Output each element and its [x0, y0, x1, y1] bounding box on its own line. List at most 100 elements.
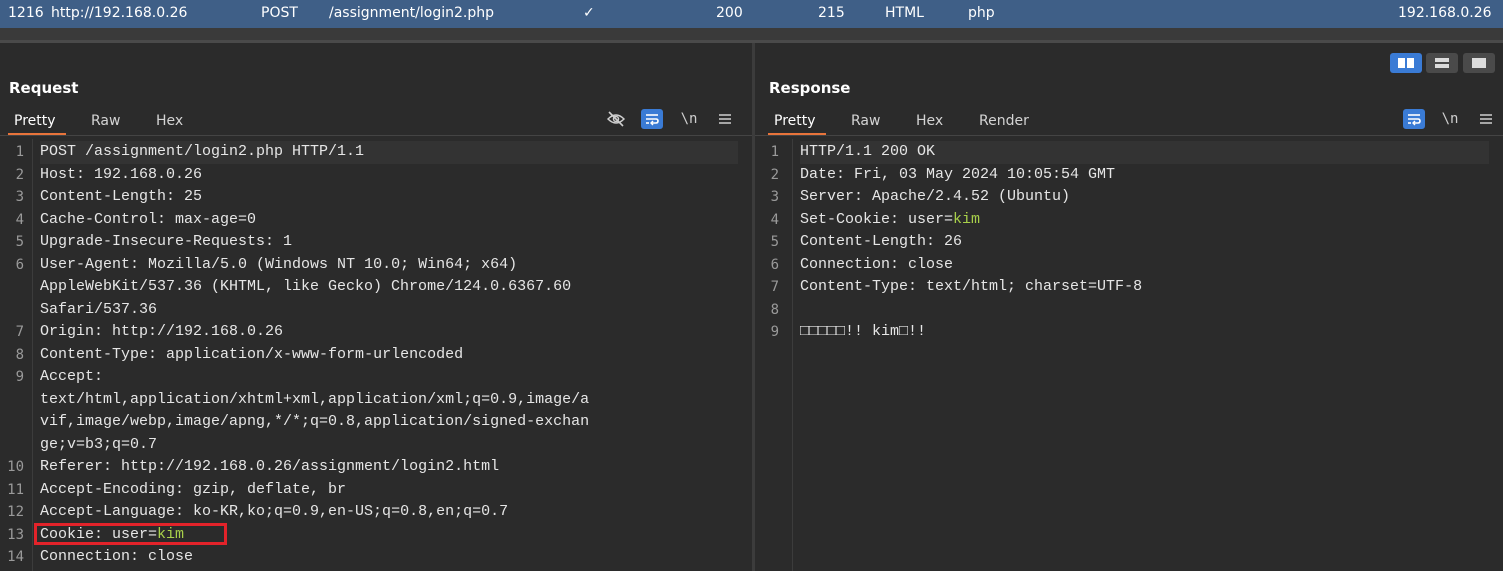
history-scroll-area: [0, 28, 1503, 40]
line-number: 3: [15, 189, 24, 205]
response-tab-render[interactable]: Render: [979, 113, 1029, 129]
line-number: 6: [15, 256, 24, 273]
request-line: Safari/537.36: [0, 299, 752, 322]
history-mime: HTML: [885, 5, 924, 21]
line-code: POST /assignment/login2.php HTTP/1.1: [40, 141, 738, 164]
response-tab-hex[interactable]: Hex: [916, 113, 943, 129]
response-tab-raw[interactable]: Raw: [851, 113, 880, 129]
menu-icon[interactable]: [714, 109, 736, 129]
cookie-highlight-box: [34, 522, 227, 545]
line-code: HTTP/1.1 200 OK: [800, 141, 1489, 164]
line-code: Date: Fri, 03 May 2024 10:05:54 GMT: [800, 164, 1489, 187]
line-code: Connection: close: [800, 254, 1489, 277]
response-editor[interactable]: 1 HTTP/1.1 200 OK 2 Date: Fri, 03 May 2024 …: [755, 139, 1503, 571]
response-tabs: Pretty Raw Hex Render: [761, 110, 1061, 136]
response-line: 7 Content-Type: text/html; charset=UTF-8: [755, 276, 1503, 299]
header-value: AppleWebKit/537.36 (KHTML, like Gecko) C…: [40, 278, 572, 295]
header-value: Mozilla/5.0 (Windows NT 10.0; Win64; x64…: [148, 255, 518, 273]
line-number: 14: [7, 549, 24, 565]
request-line: 6 User-Agent: Mozilla/5.0 (Windows NT 10.…: [0, 254, 752, 277]
request-line: 7 Origin: http://192.168.0.26: [0, 321, 752, 344]
header-name: Accept:: [40, 368, 104, 385]
header-value: user=: [908, 210, 954, 228]
line-code: Connection: close: [40, 546, 738, 569]
line-number: 12: [7, 504, 24, 520]
history-extension: php: [968, 5, 995, 21]
line-number: 4: [770, 211, 779, 228]
header-name: Connection:: [800, 255, 909, 273]
line-code: Set-Cookie: user=kim: [800, 209, 1489, 232]
request-tab-pretty[interactable]: Pretty: [8, 113, 65, 135]
single-pane-icon[interactable]: [1463, 53, 1495, 73]
header-value: application/x-www-form-urlencoded: [166, 345, 464, 363]
line-number: 8: [15, 346, 24, 363]
header-value: http://192.168.0.26/assignment/login2.ht…: [121, 458, 500, 475]
request-line: 2 Host: 192.168.0.26: [0, 164, 752, 187]
response-line: 4 Set-Cookie: user=kim: [755, 209, 1503, 232]
line-code: Accept-Language: ko-KR,ko;q=0.9,en-US;q=…: [40, 501, 738, 524]
line-code: Origin: http://192.168.0.26: [40, 321, 738, 344]
request-tab-hex[interactable]: Hex: [156, 113, 183, 129]
request-line: 10 Referer: http://192.168.0.26/assignmen…: [0, 456, 752, 479]
history-url: /assignment/login2.php: [329, 5, 494, 21]
newline-icon[interactable]: \n: [1439, 109, 1461, 129]
request-line: 4 Cache-Control: max-age=0: [0, 209, 752, 232]
line-code: Referer: http://192.168.0.26/assignment/…: [40, 456, 738, 479]
request-line: 13 Cookie: user=kim: [0, 522, 752, 547]
line-number: 13: [7, 526, 24, 543]
line-number: 2: [770, 166, 779, 183]
eye-slash-icon[interactable]: [605, 109, 627, 129]
header-value: ko-KR,ko;q=0.9,en-US;q=0.8,en;q=0.7: [193, 503, 509, 520]
history-status: 200: [716, 5, 743, 21]
response-tabs-divider: [755, 135, 1503, 136]
line-number: 1: [15, 144, 24, 160]
line-number: 6: [770, 256, 779, 273]
header-name: Content-Type:: [40, 345, 167, 363]
response-line: 2 Date: Fri, 03 May 2024 10:05:54 GMT: [755, 164, 1503, 187]
newline-icon[interactable]: \n: [678, 109, 700, 129]
header-name: Referer:: [40, 458, 122, 475]
header-value: text/html; charset=UTF-8: [926, 278, 1143, 295]
history-row-selected[interactable]: 1216 http://192.168.0.26 POST /assignmen…: [0, 0, 1503, 28]
header-name: Cache-Control:: [40, 210, 176, 228]
response-tab-pretty[interactable]: Pretty: [768, 113, 825, 135]
line-number: 1: [770, 144, 779, 160]
request-line: 3 Content-Length: 25: [0, 186, 752, 209]
header-value: 1: [283, 233, 293, 250]
request-editor[interactable]: 1 POST /assignment/login2.php HTTP/1.1 2 Ho…: [0, 139, 752, 571]
header-name: User-Agent:: [40, 255, 149, 273]
line-code: Content-Length: 26: [800, 231, 1489, 254]
header-name: POST /assignment/login2.php HTTP/1.1: [40, 143, 365, 160]
menu-icon[interactable]: [1475, 109, 1497, 129]
history-length: 215: [818, 5, 845, 21]
header-value: Apache/2.4.52 (Ubuntu): [872, 188, 1071, 205]
response-line: 6 Connection: close: [755, 254, 1503, 277]
request-line: text/html,application/xhtml+xml,applicat…: [0, 389, 752, 412]
response-line: 1 HTTP/1.1 200 OK: [755, 141, 1503, 164]
line-number: 5: [15, 234, 24, 250]
line-code: User-Agent: Mozilla/5.0 (Windows NT 10.0…: [40, 254, 738, 277]
split-vertical-icon[interactable]: [1426, 53, 1458, 73]
line-code: Content-Type: text/html; charset=UTF-8: [800, 276, 1489, 299]
header-value: 25: [184, 188, 203, 205]
line-number: 7: [770, 279, 779, 295]
split-horizontal-icon[interactable]: [1390, 53, 1422, 73]
request-line: 8 Content-Type: application/x-www-form-ur…: [0, 344, 752, 367]
line-code: Cache-Control: max-age=0: [40, 209, 738, 232]
history-edited-check: ✓: [583, 5, 595, 21]
line-code: ge;v=b3;q=0.7: [40, 434, 738, 457]
header-value: gzip, deflate, br: [193, 480, 347, 498]
header-value: close: [908, 255, 954, 273]
wrap-lines-icon[interactable]: [641, 109, 663, 129]
request-tab-raw[interactable]: Raw: [91, 113, 120, 129]
line-code: vif,image/webp,image/apng,*/*;q=0.8,appl…: [40, 411, 738, 434]
header-value: □□□□□!! kim□!!: [800, 323, 927, 340]
line-number: 8: [770, 301, 779, 318]
header-name: Date:: [800, 165, 855, 183]
header-name: Set-Cookie:: [800, 210, 909, 228]
line-code: text/html,application/xhtml+xml,applicat…: [40, 389, 738, 412]
wrap-lines-icon[interactable]: [1403, 109, 1425, 129]
header-name: Content-Type:: [800, 278, 927, 295]
line-code: Content-Length: 25: [40, 186, 738, 209]
history-host: http://192.168.0.26: [51, 5, 188, 21]
